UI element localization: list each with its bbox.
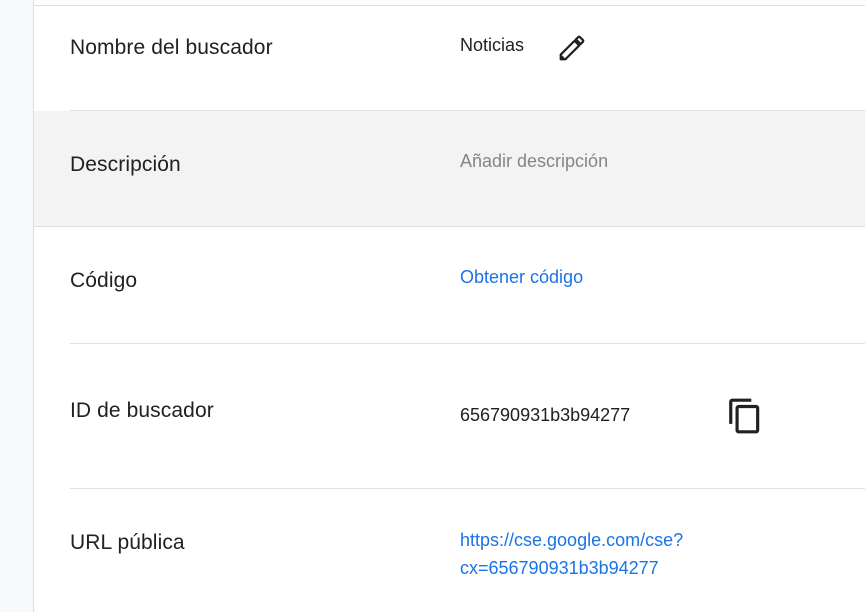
description-label: Descripción: [70, 153, 181, 176]
row-description[interactable]: Descripción Añadir descripción: [34, 111, 865, 226]
public-url-label: URL pública: [70, 531, 185, 554]
engine-name-label: Nombre del buscador: [70, 36, 273, 59]
copy-icon[interactable]: [726, 397, 764, 435]
public-url-line-2[interactable]: cx=656790931b3b94277: [460, 554, 683, 582]
pencil-icon[interactable]: [557, 33, 587, 63]
engine-id-value: 656790931b3b94277: [460, 405, 631, 425]
search-engine-details-panel: Nombre del buscador Noticias Descripción…: [34, 0, 865, 612]
row-public-url: URL pública https://cse.google.com/cse? …: [34, 489, 865, 612]
left-sidebar-strip: [0, 0, 34, 612]
description-placeholder[interactable]: Añadir descripción: [460, 151, 608, 172]
row-code: Código Obtener código: [34, 227, 865, 343]
engine-name-value: Noticias: [460, 35, 525, 55]
code-label: Código: [70, 269, 138, 292]
row-engine-id: ID de buscador 656790931b3b94277: [34, 344, 865, 488]
public-url-link[interactable]: https://cse.google.com/cse? cx=656790931…: [460, 526, 683, 582]
row-engine-name: Nombre del buscador Noticias: [34, 6, 865, 111]
public-url-line-1[interactable]: https://cse.google.com/cse?: [460, 526, 683, 554]
get-code-link[interactable]: Obtener código: [460, 267, 583, 288]
engine-id-label: ID de buscador: [70, 399, 214, 422]
